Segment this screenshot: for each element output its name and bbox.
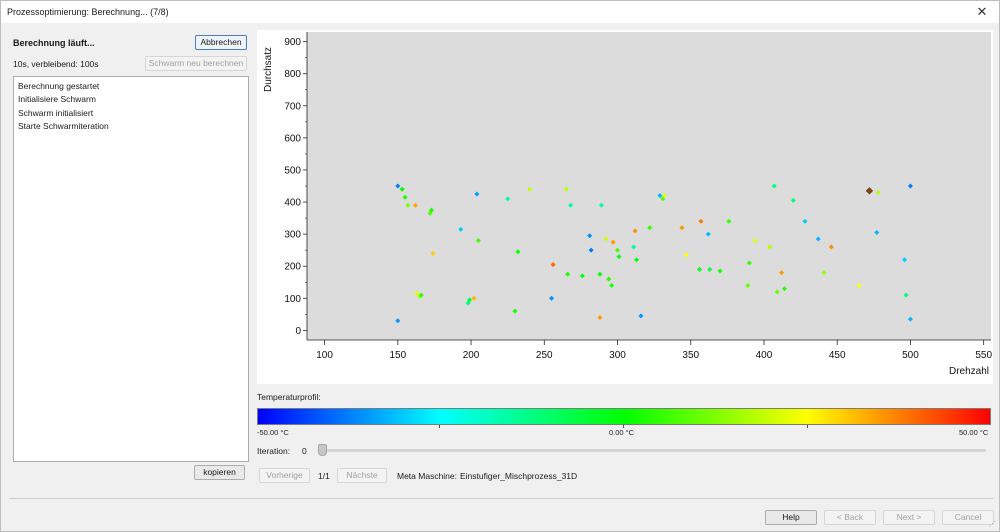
status-title: Berechnung läuft... (13, 38, 95, 48)
temperature-profile-label: Temperaturprofil: (257, 392, 321, 402)
y-tick-label: 400 (284, 198, 301, 209)
next-page-button[interactable]: Nächste (337, 468, 387, 483)
previous-button[interactable]: Vorherige (259, 468, 310, 483)
iteration-slider-thumb[interactable] (318, 444, 327, 456)
y-tick-label: 0 (295, 326, 301, 337)
iteration-value: 0 (302, 446, 307, 456)
copy-button[interactable]: kopieren (194, 465, 245, 480)
time-remaining: 10s, verbleibend: 100s (13, 59, 99, 69)
scatter-chart: 100 150 200 250 300 350 400 450 500 550 0 100 200 300… (263, 32, 992, 377)
x-tick-label: 350 (682, 350, 699, 361)
log-entry: Initialisiere Schwarm (18, 94, 96, 105)
page-indicator: 1/1 (318, 471, 330, 481)
colorbar-tick (439, 425, 440, 428)
x-tick-label: 400 (756, 350, 773, 361)
y-tick-label: 200 (284, 262, 301, 273)
log-list[interactable]: Berechnung gestartet Initialisiere Schwa… (13, 76, 249, 462)
x-tick-label: 450 (829, 350, 846, 361)
x-tick-label: 150 (389, 350, 406, 361)
colorbar-max-label: 50.00 °C (959, 428, 989, 437)
title-bar: Prozessoptimierung: Berechnung... (7/8) … (1, 1, 999, 23)
temperature-colorbar (257, 408, 991, 425)
abort-button[interactable]: Abbrechen (195, 35, 247, 50)
y-tick-label: 100 (284, 294, 301, 305)
log-entry: Schwarm initialisiert (18, 107, 94, 118)
window-title: Prozessoptimierung: Berechnung... (7/8) (7, 7, 169, 17)
back-button[interactable]: < Back (824, 510, 876, 525)
y-axis-label: Durchsatz (263, 47, 274, 92)
x-tick-label: 100 (316, 350, 333, 361)
machine-label: Meta Maschine: (397, 471, 457, 481)
y-tick-label: 800 (284, 69, 301, 80)
y-tick-label: 700 (284, 101, 301, 112)
help-button[interactable]: Help (765, 510, 817, 525)
log-entry: Berechnung gestartet (18, 81, 100, 91)
footer-separator (9, 498, 993, 499)
y-tick-label: 300 (284, 230, 301, 241)
next-button[interactable]: Next > (883, 510, 935, 525)
resize-grip-icon[interactable]: ⋰ (989, 521, 997, 529)
iteration-slider-track[interactable] (322, 449, 986, 452)
machine-value: Einstufiger_Mischprozess_31D (460, 471, 578, 481)
x-tick-label: 200 (463, 350, 480, 361)
plot-area (307, 32, 991, 340)
x-tick-label: 250 (536, 350, 553, 361)
colorbar-min-label: -50.00 °C (257, 428, 289, 437)
colorbar-mid-label: 0.00 °C (609, 428, 635, 437)
x-tick-label: 300 (609, 350, 626, 361)
log-entry: Starte Schwarmiteration (18, 120, 109, 131)
close-icon[interactable]: ✕ (973, 3, 991, 21)
y-tick-label: 600 (284, 133, 301, 144)
x-tick-label: 500 (902, 350, 919, 361)
x-axis-label: Drehzahl (949, 366, 989, 377)
scatter-chart-panel: 100 150 200 250 300 350 400 450 500 550 0 100 200 300… (257, 30, 993, 384)
dialog-window: Prozessoptimierung: Berechnung... (7/8) … (0, 0, 1000, 532)
y-tick-label: 900 (284, 37, 301, 48)
cancel-button[interactable]: Cancel (942, 510, 994, 525)
x-tick-label: 550 (975, 350, 992, 361)
y-tick-label: 500 (284, 165, 301, 176)
colorbar-tick (807, 425, 808, 428)
recalculate-swarm-button[interactable]: Schwarm neu berechnen (145, 56, 247, 71)
iteration-label: Iteration: (257, 446, 291, 456)
